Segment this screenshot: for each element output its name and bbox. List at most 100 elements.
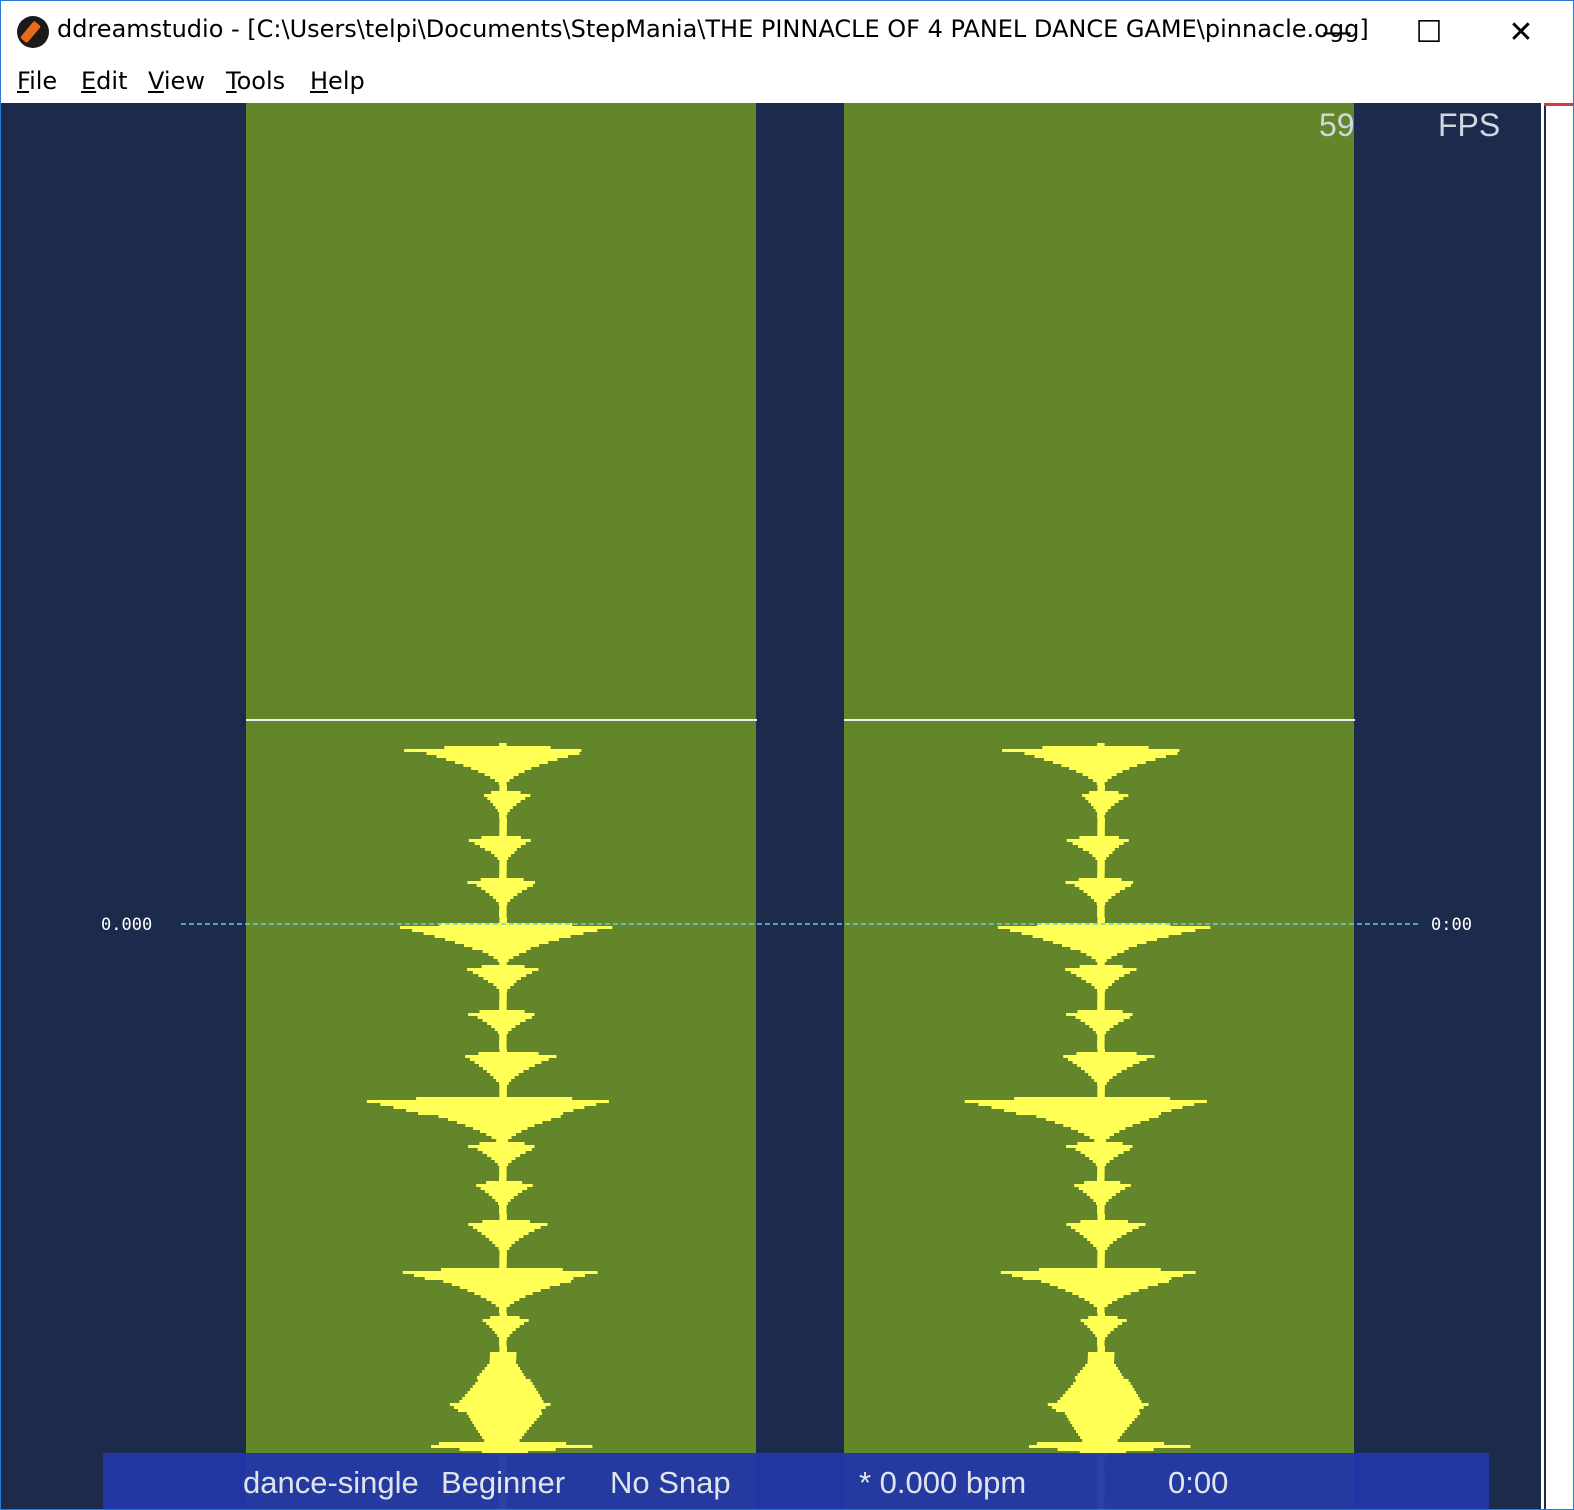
waveform-slice xyxy=(499,833,507,836)
waveform-slice xyxy=(1079,887,1126,890)
waveform-slice xyxy=(1090,1196,1112,1199)
waveform-slice xyxy=(496,899,511,902)
waveform-slice xyxy=(1088,800,1119,803)
waveform-slice xyxy=(476,1376,526,1379)
close-icon: ✕ xyxy=(1508,14,1534,50)
waveform-slice xyxy=(491,1157,516,1160)
waveform-slice xyxy=(479,1142,525,1145)
minimize-button[interactable]: — xyxy=(1291,1,1383,63)
waveform-slice xyxy=(1093,1244,1110,1247)
waveform-slice xyxy=(443,1280,571,1283)
waveform-slice xyxy=(1097,743,1105,746)
waveform-slice xyxy=(491,851,515,854)
waveform-slice xyxy=(1049,1283,1158,1286)
waveform-slice xyxy=(499,905,507,908)
waveform-slice xyxy=(1082,848,1115,851)
waveform-slice xyxy=(499,1037,507,1040)
waveform-slice xyxy=(1096,1202,1106,1205)
waveform-slice xyxy=(1076,770,1123,773)
waveform-slice xyxy=(465,1124,535,1127)
waveform-slice xyxy=(1057,1448,1154,1451)
waveform-slice xyxy=(1087,1238,1117,1241)
waveform-slice xyxy=(499,911,507,914)
waveform-slice xyxy=(499,908,507,911)
waveform-slice xyxy=(470,1388,537,1391)
waveform-slice xyxy=(1000,1271,1196,1274)
waveform-slice xyxy=(473,1127,528,1130)
waveform-slice xyxy=(1078,878,1122,881)
waveform-slice xyxy=(499,1040,507,1043)
close-button[interactable]: ✕ xyxy=(1475,1,1567,63)
fps-label: FPS xyxy=(1438,107,1501,143)
title-bar[interactable]: ddreamstudio - [C:\Users\telpi\Documents… xyxy=(1,1,1573,63)
waveform-slice xyxy=(1076,974,1125,977)
waveform-slice xyxy=(1097,863,1105,866)
waveform-slice xyxy=(487,1364,518,1367)
waveform-slice xyxy=(470,1418,537,1421)
waveform-slice xyxy=(1080,1319,1127,1322)
waveform-slice xyxy=(487,1154,521,1157)
waveform-slice xyxy=(498,1202,508,1205)
waveform-slice xyxy=(1075,1379,1129,1382)
waveform-slice xyxy=(499,827,507,830)
waveform-slice xyxy=(1096,782,1105,785)
waveform-slice xyxy=(478,1064,535,1067)
waveform-slice xyxy=(1080,1436,1120,1439)
waveform-slice xyxy=(472,971,532,974)
waveform-slice xyxy=(481,836,521,839)
waveform-slice xyxy=(1097,1310,1105,1313)
waveform-slice xyxy=(484,848,517,851)
menu-file[interactable]: File xyxy=(17,67,57,95)
waveform-slice xyxy=(399,926,613,929)
waveform-slice xyxy=(1097,1040,1105,1043)
waveform-slice xyxy=(1088,1073,1117,1076)
waveform-slice xyxy=(1083,1235,1122,1238)
waveform-slice xyxy=(477,1016,532,1019)
waveform-slice xyxy=(495,806,513,809)
editor-canvas[interactable]: 59 FPS 0.000 0:00 dance-single Beginner … xyxy=(1,103,1541,1509)
waveform-slice xyxy=(499,872,507,875)
waveform-slice xyxy=(1097,1313,1105,1316)
waveform-slice xyxy=(494,854,511,857)
menu-edit[interactable]: Edit xyxy=(81,67,127,95)
waveform-slice xyxy=(416,1097,573,1100)
app-icon[interactable] xyxy=(17,16,49,48)
waveform-slice xyxy=(1097,785,1105,788)
menu-help[interactable]: Help xyxy=(310,67,365,95)
waveform-slice xyxy=(488,980,517,983)
waveform-slice xyxy=(1064,1412,1141,1415)
menu-view[interactable]: View xyxy=(148,67,205,95)
waveform-slice xyxy=(1010,929,1196,932)
waveform-slice xyxy=(499,863,507,866)
waveform-slice xyxy=(1092,854,1109,857)
waveform-slice xyxy=(1042,746,1149,749)
waveform-view[interactable] xyxy=(1,103,1541,1509)
menu-tools[interactable]: Tools xyxy=(226,67,285,95)
waveform-slice xyxy=(1097,821,1105,824)
waveform-slice xyxy=(1092,1331,1111,1334)
waveform-slice xyxy=(446,758,558,761)
waveform-slice xyxy=(479,1373,524,1376)
waveform-slice xyxy=(1066,1145,1133,1148)
waveform-slice xyxy=(480,1187,528,1190)
waveform-slice xyxy=(1097,1253,1105,1256)
maximize-button[interactable]: ☐ xyxy=(1383,1,1475,63)
waveform-slice xyxy=(466,1412,543,1415)
waveform-slice xyxy=(496,1079,512,1082)
waveform-slice xyxy=(1097,1043,1105,1046)
waveform-slice xyxy=(1053,761,1146,764)
waveform-slice xyxy=(487,797,526,800)
waveform-slice xyxy=(1097,1166,1105,1169)
waveform-slice xyxy=(1080,1370,1120,1373)
waveform-slice xyxy=(1097,1256,1105,1259)
right-scroll-edge[interactable] xyxy=(1541,103,1573,1509)
waveform-slice xyxy=(459,1286,550,1289)
waveform-slice xyxy=(1002,749,1180,752)
waveform-slice xyxy=(489,1325,520,1328)
waveform-slice xyxy=(481,887,528,890)
waveform-slice xyxy=(499,1178,507,1181)
waveform-slice xyxy=(1088,776,1112,779)
waveform-slice xyxy=(482,1319,529,1322)
waveform-slice xyxy=(1076,1430,1125,1433)
waveform-slice xyxy=(492,1328,516,1331)
